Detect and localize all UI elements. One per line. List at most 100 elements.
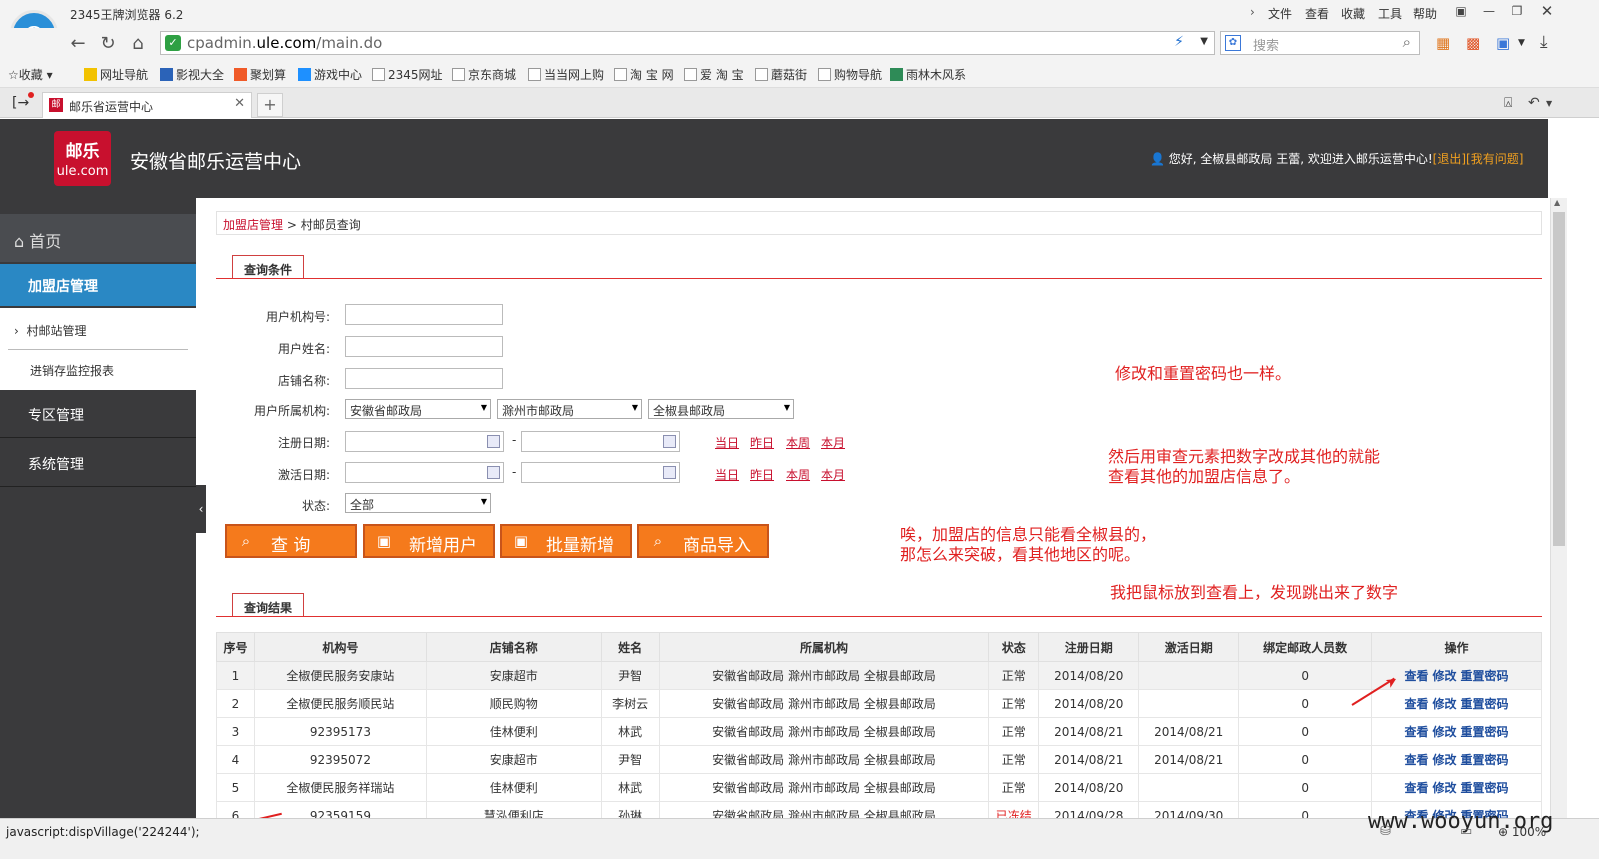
sidebar-item-zone[interactable]: 专区管理 xyxy=(0,390,196,438)
view-link[interactable]: 查看 xyxy=(1405,781,1429,795)
reg-date-start-input[interactable] xyxy=(345,431,504,452)
reg-today-link[interactable]: 当日 xyxy=(715,434,739,451)
undo-dropdown-icon[interactable]: ▼ xyxy=(1546,99,1552,108)
import-goods-button[interactable]: ⌕ 商品导入 xyxy=(637,524,769,558)
reset-password-link[interactable]: 重置密码 xyxy=(1461,781,1509,795)
bookmark-item[interactable]: 淘 宝 网 xyxy=(614,66,674,83)
act-date-end-input[interactable] xyxy=(521,462,680,483)
reset-password-link[interactable]: 重置密码 xyxy=(1461,725,1509,739)
bookmark-item[interactable]: 京东商城 xyxy=(452,66,516,83)
close-tab-icon[interactable]: ✕ xyxy=(234,96,245,111)
bookmark-item[interactable]: 雨林木风系 xyxy=(890,66,966,83)
sidebar-collapse-toggle[interactable]: ‹ xyxy=(196,485,206,533)
screenshot-icon[interactable]: ▣ xyxy=(1496,34,1510,52)
calendar-icon[interactable] xyxy=(663,435,676,448)
address-text[interactable]: cpadmin.ule.com/main.do xyxy=(187,34,382,52)
window-mode-icon[interactable]: ▭ xyxy=(1460,824,1472,839)
search-box[interactable]: ✿ 搜索 ⌕ xyxy=(1220,31,1420,55)
reset-password-link[interactable]: 重置密码 xyxy=(1461,753,1509,767)
scroll-thumb[interactable] xyxy=(1553,212,1565,546)
logout-link[interactable]: [退出] xyxy=(1433,152,1466,166)
search-placeholder[interactable]: 搜索 xyxy=(1253,35,1279,54)
favorites-button[interactable]: ☆收藏 ▾ xyxy=(8,66,53,83)
sidebar-item-system[interactable]: 系统管理 xyxy=(0,439,196,487)
calendar-icon[interactable] xyxy=(663,466,676,479)
bookmark-item[interactable]: 2345网址 xyxy=(372,66,443,83)
org-county-select[interactable]: 全椒县邮政局 xyxy=(648,399,794,419)
act-week-link[interactable]: 本周 xyxy=(786,466,810,483)
bookmark-item[interactable]: 网址导航 xyxy=(84,66,148,83)
view-link[interactable]: 查看 xyxy=(1405,725,1429,739)
calendar-icon[interactable] xyxy=(487,435,500,448)
sidebar-item-home[interactable]: ⌂ 首页 xyxy=(0,214,196,262)
sidebar-sub-village-station[interactable]: › 村邮站管理 xyxy=(14,322,86,339)
act-today-link[interactable]: 当日 xyxy=(715,466,739,483)
org-city-select[interactable]: 滁州市邮政局 xyxy=(497,399,642,419)
shop-name-input[interactable] xyxy=(345,368,503,389)
scroll-up-icon[interactable]: ▲ xyxy=(1554,198,1560,207)
apps-icon[interactable]: ▦ xyxy=(1436,34,1450,52)
close-window-icon[interactable]: ✕ xyxy=(1534,2,1560,20)
clean-icon[interactable]: ⍓ xyxy=(1504,95,1512,111)
reg-yesterday-link[interactable]: 昨日 xyxy=(750,434,774,451)
reg-date-end-input[interactable] xyxy=(521,431,680,452)
undo-close-icon[interactable]: ↶ xyxy=(1528,95,1540,111)
back-icon[interactable]: ← xyxy=(66,32,90,56)
edit-link[interactable]: 修改 xyxy=(1433,781,1457,795)
add-user-button[interactable]: ▣ 新增用户 xyxy=(363,524,495,558)
edit-link[interactable]: 修改 xyxy=(1433,669,1457,683)
tools-dropdown-icon[interactable]: ▼ xyxy=(1518,38,1525,48)
vertical-scrollbar[interactable]: ▲ xyxy=(1550,198,1567,818)
view-link[interactable]: 查看 xyxy=(1405,697,1429,711)
reset-password-link[interactable]: 重置密码 xyxy=(1461,669,1509,683)
sidebar-item-franchise[interactable]: 加盟店管理 xyxy=(0,264,196,306)
act-yesterday-link[interactable]: 昨日 xyxy=(750,466,774,483)
sidebar-sub-inventory-report[interactable]: 进销存监控报表 xyxy=(30,362,114,379)
user-name-input[interactable] xyxy=(345,336,503,357)
game-icon[interactable]: ▩ xyxy=(1466,34,1480,52)
address-bar[interactable]: ✓ cpadmin.ule.com/main.do ⚡ ▼ xyxy=(160,31,1215,55)
edit-link[interactable]: 修改 xyxy=(1433,753,1457,767)
home-icon[interactable]: ⌂ xyxy=(126,32,150,56)
status-select[interactable]: 全部 xyxy=(345,493,491,513)
restore-session-icon[interactable]: [→ xyxy=(12,95,29,111)
menu-help[interactable]: 帮助 xyxy=(1413,5,1437,22)
reg-month-link[interactable]: 本月 xyxy=(821,434,845,451)
view-link[interactable]: 查看 xyxy=(1405,669,1429,683)
minimize-icon[interactable]: — xyxy=(1476,2,1502,20)
bookmark-item[interactable]: 聚划算 xyxy=(234,66,286,83)
breadcrumb-parent[interactable]: 加盟店管理 xyxy=(223,218,283,232)
menu-favorites[interactable]: 收藏 xyxy=(1341,5,1365,22)
address-dropdown-icon[interactable]: ▼ xyxy=(1200,36,1208,47)
org-no-input[interactable] xyxy=(345,304,503,325)
bookmark-item[interactable]: 游戏中心 xyxy=(298,66,362,83)
download-icon[interactable]: ⤓ xyxy=(1540,32,1548,52)
browser-tab[interactable]: 邮 邮乐省运营中心 ✕ xyxy=(42,92,252,118)
reset-password-link[interactable]: 重置密码 xyxy=(1461,697,1509,711)
search-engine-icon[interactable]: ✿ xyxy=(1225,35,1241,51)
new-tab-button[interactable]: + xyxy=(257,93,283,117)
query-button[interactable]: ⌕ 查 询 xyxy=(225,524,357,558)
edit-link[interactable]: 修改 xyxy=(1433,697,1457,711)
skin-icon[interactable]: ▣ xyxy=(1448,2,1474,20)
batch-add-button[interactable]: ▣ 批量新增 xyxy=(500,524,632,558)
menu-view[interactable]: 查看 xyxy=(1305,5,1329,22)
bookmark-item[interactable]: 当当网上购 xyxy=(528,66,604,83)
calendar-icon[interactable] xyxy=(487,466,500,479)
bookmark-item[interactable]: 爱 淘 宝 xyxy=(684,66,744,83)
edit-link[interactable]: 修改 xyxy=(1433,725,1457,739)
menu-file[interactable]: 文件 xyxy=(1268,5,1292,22)
act-month-link[interactable]: 本月 xyxy=(821,466,845,483)
reg-week-link[interactable]: 本周 xyxy=(786,434,810,451)
search-icon[interactable]: ⌕ xyxy=(1403,33,1411,51)
bookmark-item[interactable]: 购物导航 xyxy=(818,66,882,83)
speed-mode-icon[interactable]: ⚡ xyxy=(1174,34,1184,50)
restore-icon[interactable]: ❐ xyxy=(1504,2,1530,20)
org-province-select[interactable]: 安徽省邮政局 xyxy=(345,399,491,419)
help-link[interactable]: [我有问题] xyxy=(1466,152,1523,166)
bookmark-item[interactable]: 影视大全 xyxy=(160,66,224,83)
view-link[interactable]: 查看 xyxy=(1405,753,1429,767)
accelerator-icon[interactable]: ⛁ xyxy=(1380,824,1391,839)
menu-tools[interactable]: 工具 xyxy=(1378,5,1402,22)
menu-chevron-icon[interactable]: › xyxy=(1250,5,1255,19)
